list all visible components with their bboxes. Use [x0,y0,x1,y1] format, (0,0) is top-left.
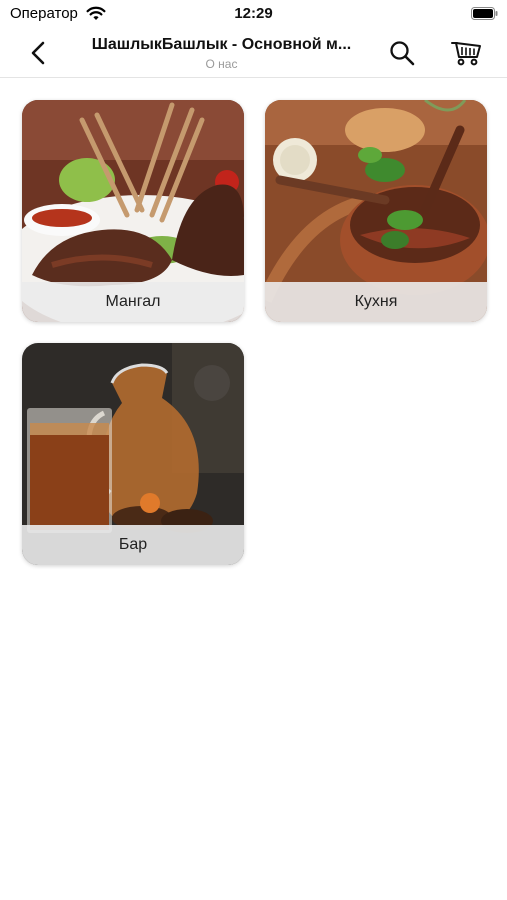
chevron-left-icon[interactable] [24,38,52,68]
category-label: Бар [22,525,244,565]
category-card-kuhnya[interactable]: Кухня [265,100,487,322]
status-time: 12:29 [234,5,273,22]
category-card-bar[interactable]: Бар [22,343,244,565]
battery-icon [471,7,498,20]
navigation-bar: ШашлыкБашлык - Основной м... О нас [0,28,507,78]
page-title: ШашлыкБашлык - Основной м... [91,36,352,53]
status-bar: Оператор 12:29 [0,0,507,28]
page-subtitle-link[interactable]: О нас [74,57,369,71]
category-label: Кухня [265,282,487,322]
category-label: Мангал [22,282,244,322]
category-card-mangal[interactable]: Мангал [22,100,244,322]
search-icon[interactable] [388,39,416,67]
shopping-basket-icon[interactable] [450,37,482,67]
